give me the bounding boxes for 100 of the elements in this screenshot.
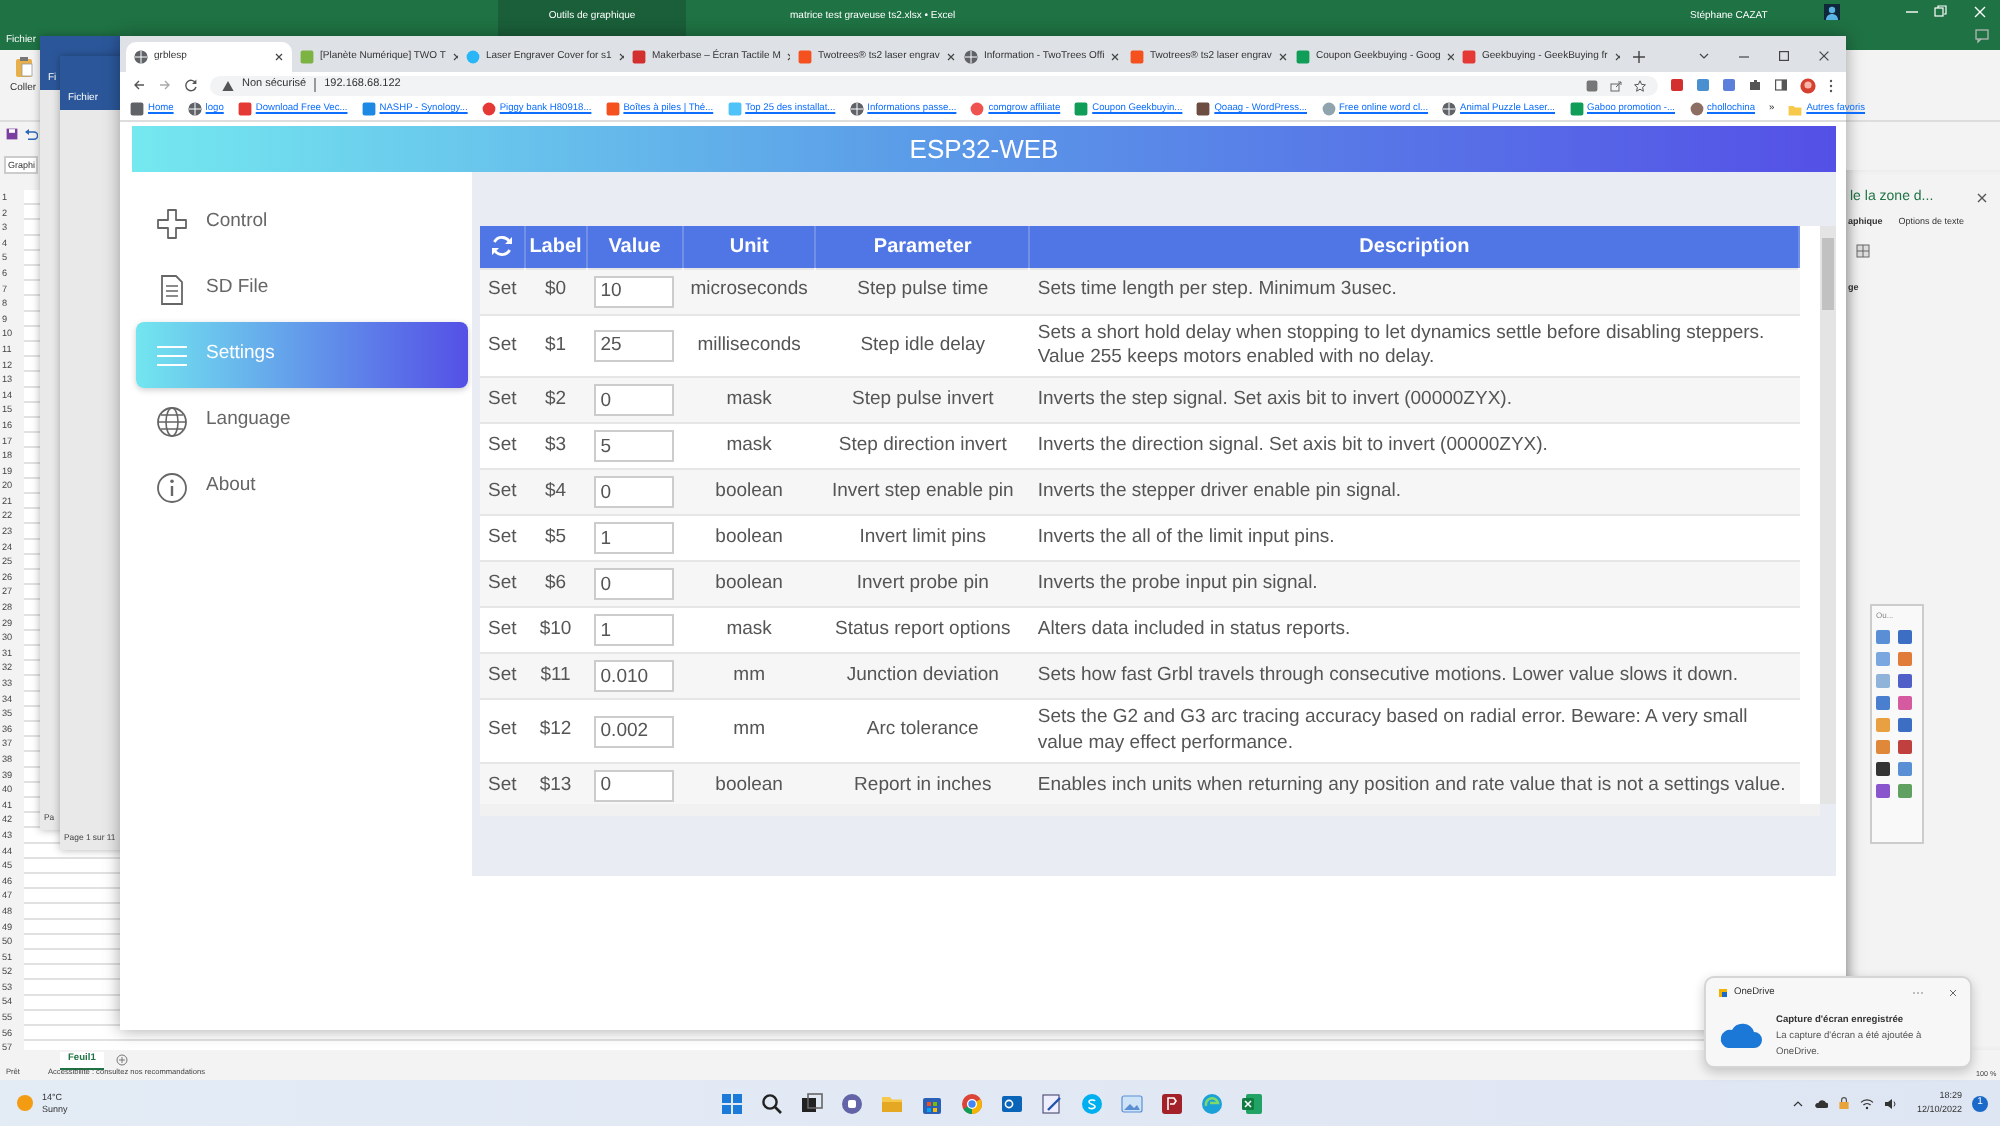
spreadsheet-icon[interactable] [1240,1091,1264,1115]
unit-cell: milliseconds [682,314,816,378]
value-field[interactable]: 0.002 [594,715,675,748]
nav-item[interactable]: About [136,454,468,520]
info-icon [156,471,188,503]
sun-icon [16,1094,34,1112]
cloud-icon [1718,1022,1762,1051]
column-header: Description [1029,226,1799,268]
parameter-cell: Invert probe pin [815,561,1030,608]
value-field[interactable]: 0.010 [594,660,675,693]
cloud-icon[interactable] [1814,1097,1829,1109]
unit-cell: mask [682,377,816,424]
add-sheet-icon[interactable] [115,1054,128,1066]
maximize-icon[interactable] [1778,50,1790,62]
minimize-icon[interactable] [1738,51,1750,61]
windows-icon[interactable] [720,1091,744,1115]
pencil-icon[interactable] [1040,1091,1064,1115]
search-icon[interactable] [760,1091,784,1115]
column-header: Unit [682,226,816,268]
column-header: Parameter [815,226,1030,268]
speaker-icon[interactable] [1884,1097,1899,1109]
setting-label: $5 [524,515,587,562]
app-icon [1718,988,1728,999]
setting-label: $6 [524,561,587,608]
value-field[interactable]: 1 [594,614,675,647]
value-field[interactable]: 0 [594,476,675,509]
refresh-icon[interactable] [489,234,514,259]
description-cell: Inverts the probe input pin signal. [1029,561,1799,608]
mail-icon[interactable] [1000,1091,1024,1115]
parameter-cell: Step pulse invert [815,377,1030,424]
chat-bubble-icon[interactable] [840,1091,864,1115]
star-icon[interactable] [1634,79,1646,91]
parameter-cell: Step direction invert [815,423,1030,470]
setting-label: $1 [524,314,587,378]
set-button[interactable]: Set [488,618,517,643]
back-icon[interactable] [132,78,146,92]
setting-label: $10 [524,607,587,654]
value-field[interactable]: 1 [594,522,675,555]
restore-icon[interactable] [1932,4,1948,20]
undo-icon[interactable] [24,128,38,140]
parameter-cell: Junction deviation [815,653,1030,700]
value-field[interactable]: 25 [594,329,675,362]
photo-icon[interactable] [1120,1091,1144,1115]
parameter-cell: Invert limit pins [815,515,1030,562]
set-button[interactable]: Set [488,718,517,744]
user-avatar [1824,4,1840,20]
set-button[interactable]: Set [488,434,517,459]
unit-cell: boolean [682,561,816,608]
comment-icon[interactable] [1974,28,1990,44]
parameter-cell: Arc tolerance [815,699,1030,763]
description-cell: Sets how fast Grbl travels through consecutive motions. Lower value slows it down. [1029,653,1799,700]
clipboard-icon[interactable] [14,56,34,78]
description-cell: Inverts the all of the limit input pins. [1029,515,1799,562]
unit-cell: mm [682,653,816,700]
unit-cell: boolean [682,469,816,516]
description-cell: Sets time length per step. Minimum 3usec. [1029,268,1799,314]
set-button[interactable]: Set [488,333,517,359]
side-panel-icon[interactable] [1774,78,1788,92]
value-field[interactable]: 0 [594,568,675,601]
nav-item[interactable]: SD File [136,256,468,322]
unit-cell: boolean [682,515,816,562]
setting-label: $4 [524,469,587,516]
nav-item[interactable]: Control [136,190,468,256]
lock-icon[interactable] [1838,1096,1851,1110]
wifi-icon[interactable] [1860,1097,1875,1109]
value-field[interactable]: 0 [594,384,675,417]
nav-item[interactable]: Language [136,388,468,454]
unit-cell: microseconds [682,268,816,314]
chrome-icon[interactable] [960,1091,984,1115]
share-icon[interactable] [1610,79,1622,91]
unit-cell: mm [682,699,816,763]
setting-label: $13 [524,762,587,804]
description-cell: Alters data included in status reports. [1029,607,1799,654]
app-icon[interactable] [1160,1091,1184,1115]
menu-icon[interactable] [1828,77,1834,93]
column-header: Value [586,226,683,268]
column-header: Label [524,226,587,268]
reload-icon[interactable] [184,78,198,92]
parameter-cell: Report in inches [815,762,1030,804]
value-field[interactable]: 10 [594,275,675,307]
unit-cell: boolean [682,762,816,804]
translate-icon[interactable] [1586,79,1598,91]
save-icon[interactable] [6,128,18,140]
description-cell: Sets the G2 and G3 arc tracing accuracy based on radial error. Beware: A very small value may effect performance. [1029,699,1799,763]
value-field[interactable]: 5 [594,430,675,463]
page-header: ESP32-WEB [132,126,1836,172]
profile-avatar[interactable] [1800,77,1816,93]
scrollbar[interactable] [1820,226,1836,804]
dropdown-icon[interactable] [1698,51,1710,61]
setting-label: $12 [524,699,587,763]
setting-label: $3 [524,423,587,470]
description-cell: Inverts the stepper driver enable pin signal. [1029,469,1799,516]
layout-icon[interactable] [1856,244,1870,258]
new-tab-icon[interactable] [1632,50,1646,64]
windows-stack-icon[interactable] [800,1091,824,1115]
setting-label: $0 [524,268,587,314]
set-button[interactable]: Set [488,526,517,551]
chevron-up-icon[interactable] [1792,1097,1805,1109]
parameter-cell: Step pulse time [815,268,1030,314]
value-field[interactable]: 0 [594,769,675,802]
